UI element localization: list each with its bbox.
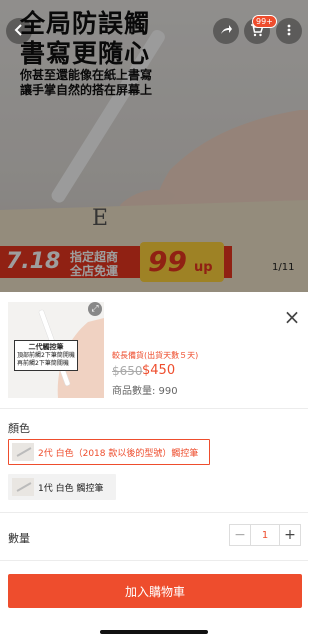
variation-thumbnail bbox=[12, 478, 34, 496]
variation-thumbnail bbox=[12, 443, 34, 461]
variation-bottom-sheet: 二代觸控筆 頂部前觸2下筆筒開機 再前觸2下筆筒關機 ⤢ × 較長備貨(出貨天數… bbox=[0, 292, 308, 640]
home-indicator[interactable] bbox=[100, 630, 208, 634]
quantity-stepper: − 1 + bbox=[229, 524, 301, 546]
sale-price: $450 bbox=[142, 363, 176, 378]
add-to-cart-button[interactable]: 加入購物車 bbox=[8, 574, 302, 608]
cart-count-badge: 99+ bbox=[252, 15, 277, 28]
zoom-icon: ⤢ bbox=[91, 304, 99, 314]
divider bbox=[0, 560, 308, 561]
thumbnail-label: 二代觸控筆 頂部前觸2下筆筒開機 再前觸2下筆筒關機 bbox=[14, 340, 78, 371]
color-section-title: 顏色 bbox=[8, 422, 30, 435]
back-icon bbox=[12, 22, 26, 41]
quantity-title: 數量 bbox=[8, 532, 30, 545]
close-icon: × bbox=[283, 305, 301, 329]
variation-option-gen1-white[interactable]: 1代 白色 觸控筆 bbox=[8, 474, 116, 500]
product-thumbnail[interactable]: 二代觸控筆 頂部前觸2下筆筒開機 再前觸2下筆筒關機 bbox=[8, 302, 104, 398]
variation-option-label: 1代 白色 觸控筆 bbox=[38, 483, 104, 494]
original-price: $650 bbox=[112, 364, 143, 378]
thumbnail-label-line-1: 頂部前觸2下筆筒開機 bbox=[17, 352, 75, 359]
close-button[interactable]: × bbox=[283, 305, 301, 329]
variation-option-gen2-white[interactable]: 2代 白色（2018 款以後的型號）觸控筆 bbox=[8, 439, 210, 465]
more-button[interactable] bbox=[276, 18, 302, 44]
more-icon bbox=[282, 22, 296, 41]
thumbnail-label-title: 二代觸控筆 bbox=[28, 343, 64, 351]
stock-quantity: 商品數量: 990 bbox=[112, 386, 178, 397]
minus-icon: − bbox=[234, 527, 246, 543]
dim-overlay[interactable] bbox=[0, 0, 308, 300]
back-button[interactable] bbox=[6, 18, 32, 44]
increase-quantity-button[interactable]: + bbox=[280, 525, 300, 545]
share-button[interactable] bbox=[213, 18, 239, 44]
quantity-value[interactable]: 1 bbox=[250, 525, 280, 545]
share-icon bbox=[219, 22, 233, 41]
preparation-time: 較長備貨(出貨天數５天) bbox=[112, 351, 199, 360]
product-image-banner[interactable]: E 全局防誤觸 書寫更隨心 你甚至還能像在紙上書寫 讓手掌自然的搭在屏幕上 7.… bbox=[0, 0, 308, 300]
divider bbox=[0, 408, 308, 409]
plus-icon: + bbox=[284, 527, 296, 543]
variation-option-label: 2代 白色（2018 款以後的型號）觸控筆 bbox=[38, 448, 199, 459]
thumbnail-label-line-2: 再前觸2下筆筒關機 bbox=[17, 360, 69, 367]
zoom-button[interactable]: ⤢ bbox=[88, 302, 102, 316]
divider bbox=[0, 512, 308, 513]
decrease-quantity-button[interactable]: − bbox=[230, 525, 250, 545]
